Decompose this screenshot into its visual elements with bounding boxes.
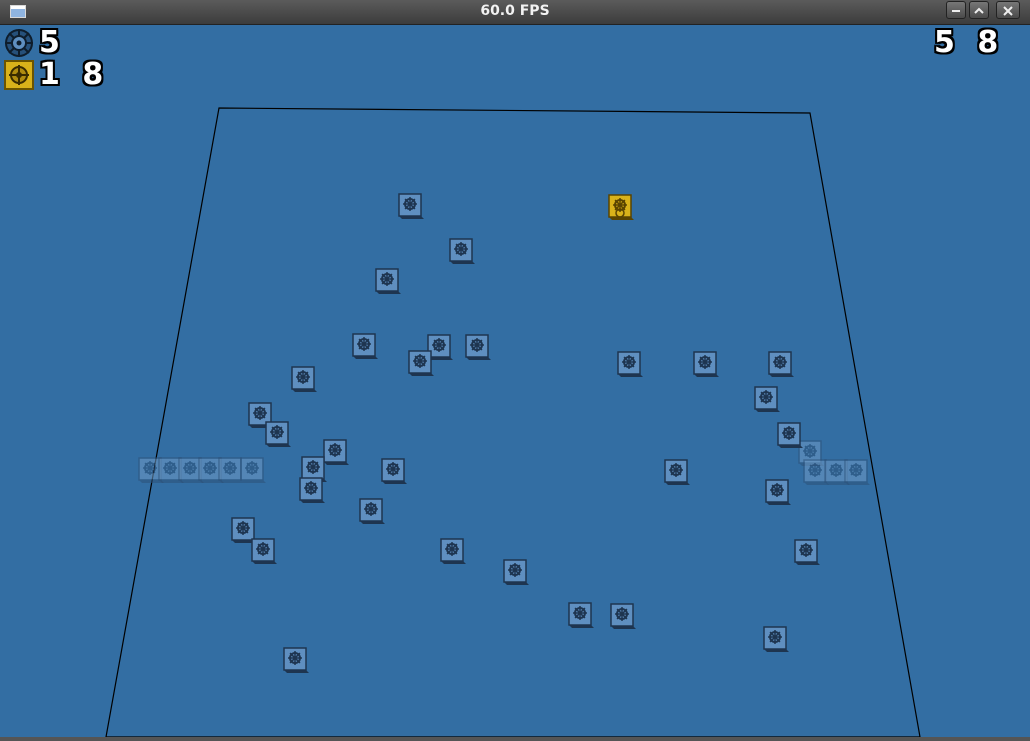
blue-block xyxy=(763,626,789,652)
blue-block xyxy=(754,386,780,412)
blue-block xyxy=(449,238,475,264)
blue-block xyxy=(408,350,434,376)
maximize-button[interactable] xyxy=(969,1,989,19)
blue-block xyxy=(777,422,803,448)
blue-block xyxy=(503,559,529,585)
gear-block-icon xyxy=(5,29,33,57)
blue-block xyxy=(610,603,636,629)
title-bar[interactable]: 60.0 FPS xyxy=(0,0,1030,25)
blue-block xyxy=(617,351,643,377)
blue-block xyxy=(440,538,466,564)
window-title: 60.0 FPS xyxy=(480,3,550,19)
close-icon xyxy=(1003,6,1013,16)
blue-block xyxy=(465,334,491,360)
blue-block xyxy=(568,602,594,628)
blocks-layer xyxy=(138,193,870,673)
ghost-block xyxy=(844,459,870,485)
blue-block xyxy=(768,351,794,377)
ghost-block xyxy=(240,457,266,483)
game-window: 60.0 FPS 5 1 8 5 8 xyxy=(0,0,1030,741)
game-viewport[interactable] xyxy=(2,25,1028,737)
blue-block xyxy=(693,351,719,377)
blue-block xyxy=(794,539,820,565)
maximize-icon xyxy=(974,7,984,14)
game-board xyxy=(105,107,921,737)
blue-block xyxy=(251,538,277,564)
blue-block xyxy=(398,193,424,219)
collected-count: 1 8 xyxy=(39,57,110,92)
blue-block xyxy=(323,439,349,465)
blue-block xyxy=(664,459,690,485)
blue-block xyxy=(283,647,309,673)
blue-block xyxy=(352,333,378,359)
blue-block xyxy=(381,458,407,484)
window-bottom-border xyxy=(0,737,1030,741)
blue-block xyxy=(265,421,291,447)
remaining-count: 5 xyxy=(39,25,66,60)
minimize-icon xyxy=(952,10,960,12)
minimize-button[interactable] xyxy=(946,1,966,19)
blue-block xyxy=(299,477,325,503)
blue-block xyxy=(291,366,317,392)
score-display: 5 8 xyxy=(934,25,1005,60)
close-button[interactable] xyxy=(996,1,1020,19)
gold-block xyxy=(608,194,634,220)
blue-block xyxy=(359,498,385,524)
blue-block xyxy=(375,268,401,294)
blue-block xyxy=(765,479,791,505)
gold-gear-block-icon xyxy=(4,60,34,90)
